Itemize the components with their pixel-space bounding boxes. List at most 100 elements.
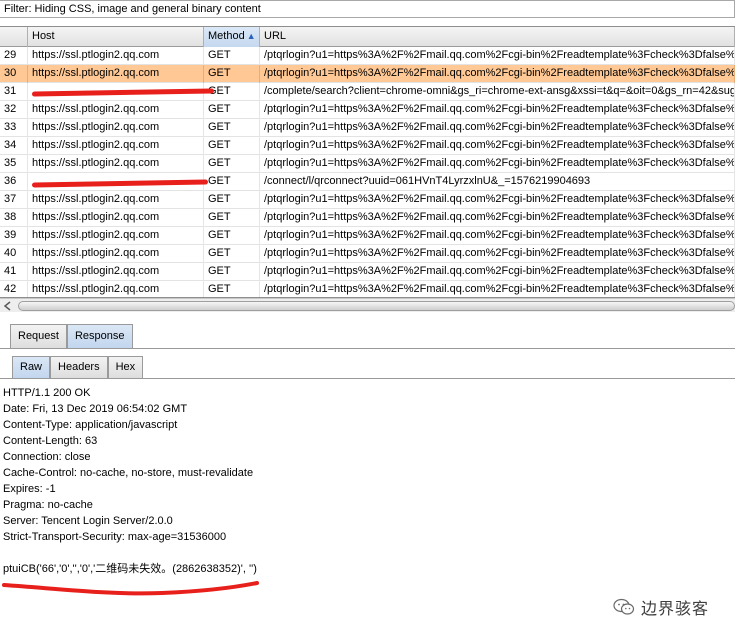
row-host: https://ssl.ptlogin2.qq.com (28, 101, 204, 119)
response-header-server: Server: Tencent Login Server/2.0.0 (3, 515, 173, 527)
row-url: /ptqrlogin?u1=https%3A%2F%2Fmail.qq.com%… (260, 209, 735, 227)
scroll-left-arrow-icon[interactable] (2, 301, 13, 311)
highlight-underline (2, 581, 259, 596)
row-method: GET (204, 137, 260, 155)
table-row[interactable]: 32 https://ssl.ptlogin2.qq.com GET /ptqr… (0, 101, 735, 119)
horizontal-scrollbar[interactable] (0, 298, 735, 312)
row-number: 37 (0, 191, 28, 209)
row-url: /ptqrlogin?u1=https%3A%2F%2Fmail.qq.com%… (260, 245, 735, 263)
response-header-content-length: Content-Length: 63 (3, 435, 98, 447)
row-method: GET (204, 101, 260, 119)
row-url: /ptqrlogin?u1=https%3A%2F%2Fmail.qq.com%… (260, 47, 735, 65)
table-row[interactable]: 35 https://ssl.ptlogin2.qq.com GET /ptqr… (0, 155, 735, 173)
response-header-cache-control: Cache-Control: no-cache, no-store, must-… (3, 467, 254, 479)
row-method: GET (204, 281, 260, 297)
row-host: https://ssl.ptlogin2.qq.com (28, 209, 204, 227)
row-url: /ptqrlogin?u1=https%3A%2F%2Fmail.qq.com%… (260, 191, 735, 209)
view-tabs: Raw Headers Hex (12, 356, 144, 378)
tab-request[interactable]: Request (10, 324, 67, 348)
table-row[interactable]: 34 https://ssl.ptlogin2.qq.com GET /ptqr… (0, 137, 735, 155)
table-row[interactable]: 42 https://ssl.ptlogin2.qq.com GET /ptqr… (0, 281, 735, 297)
row-url: /ptqrlogin?u1=https%3A%2F%2Fmail.qq.com%… (260, 119, 735, 137)
row-method: GET (204, 245, 260, 263)
row-number: 38 (0, 209, 28, 227)
row-url: /ptqrlogin?u1=https%3A%2F%2Fmail.qq.com%… (260, 155, 735, 173)
response-header-expires: Expires: -1 (3, 483, 56, 495)
table-header: Host Method ▲ URL (0, 27, 735, 47)
response-header-date: Date: Fri, 13 Dec 2019 06:54:02 GMT (3, 403, 188, 415)
response-header-pragma: Pragma: no-cache (3, 499, 93, 511)
row-number: 36 (0, 173, 28, 191)
row-method: GET (204, 119, 260, 137)
tab-response[interactable]: Response (66, 324, 133, 348)
tab-hex[interactable]: Hex (107, 356, 144, 378)
row-host: https://ssl.ptlogin2.qq.com (28, 263, 204, 281)
response-body-text: ptuiCB('66','0','','0','二维码未失效。(28626383… (3, 563, 257, 575)
table-row[interactable]: 29 https://ssl.ptlogin2.qq.com GET /ptqr… (0, 47, 735, 65)
row-number: 30 (0, 65, 28, 83)
row-host: https://ssl.ptlogin2.qq.com (28, 227, 204, 245)
tab-divider (0, 348, 735, 349)
table-row[interactable]: 38 https://ssl.ptlogin2.qq.com GET /ptqr… (0, 209, 735, 227)
row-method: GET (204, 263, 260, 281)
row-host: https://ssl.ptlogin2.qq.com (28, 281, 204, 297)
row-number: 29 (0, 47, 28, 65)
row-number: 34 (0, 137, 28, 155)
column-header-host[interactable]: Host (28, 27, 204, 47)
row-host: https://ssl.ptlogin2.qq.com (28, 137, 204, 155)
response-header-content-type: Content-Type: application/javascript (3, 419, 178, 431)
subtab-divider (0, 378, 735, 379)
column-header-number[interactable] (0, 27, 28, 47)
table-row[interactable]: 37 https://ssl.ptlogin2.qq.com GET /ptqr… (0, 191, 735, 209)
column-header-method[interactable]: Method ▲ (204, 27, 260, 47)
column-header-url[interactable]: URL (260, 27, 735, 47)
row-host: https://ssl.ptlogin2.qq.com (28, 191, 204, 209)
table-row-selected[interactable]: 30 https://ssl.ptlogin2.qq.com GET /ptqr… (0, 65, 735, 83)
row-method: GET (204, 173, 260, 191)
row-host: https://ssl.ptlogin2.qq.com (28, 119, 204, 137)
row-number: 35 (0, 155, 28, 173)
message-tabs: Request Response (10, 324, 133, 348)
response-body[interactable]: HTTP/1.1 200 OK Date: Fri, 13 Dec 2019 0… (3, 385, 731, 577)
row-url: /ptqrlogin?u1=https%3A%2F%2Fmail.qq.com%… (260, 137, 735, 155)
tab-raw[interactable]: Raw (12, 356, 51, 378)
row-method: GET (204, 209, 260, 227)
wechat-icon (613, 598, 635, 615)
response-blank-line (3, 545, 731, 561)
row-host: https://ssl.ptlogin2.qq.com (28, 245, 204, 263)
row-url: /ptqrlogin?u1=https%3A%2F%2Fmail.qq.com%… (260, 65, 735, 83)
scrollbar-thumb[interactable] (18, 301, 735, 311)
row-method: GET (204, 191, 260, 209)
table-row[interactable]: 39 https://ssl.ptlogin2.qq.com GET /ptqr… (0, 227, 735, 245)
row-url: /connect/l/qrconnect?uuid=061HVnT4Lyrzxl… (260, 173, 735, 191)
tab-headers[interactable]: Headers (50, 356, 108, 378)
row-number: 41 (0, 263, 28, 281)
row-host: https://ssl.ptlogin2.qq.com (28, 65, 204, 83)
row-url: /complete/search?client=chrome-omni&gs_r… (260, 83, 735, 101)
column-header-method-label: Method (208, 30, 245, 42)
response-status-line: HTTP/1.1 200 OK (3, 387, 91, 399)
row-number: 39 (0, 227, 28, 245)
filter-bar[interactable]: Filter: Hiding CSS, image and general bi… (0, 0, 735, 18)
row-number: 42 (0, 281, 28, 297)
row-host: https://ssl.ptlogin2.qq.com (28, 155, 204, 173)
row-url: /ptqrlogin?u1=https%3A%2F%2Fmail.qq.com%… (260, 281, 735, 297)
row-url: /ptqrlogin?u1=https%3A%2F%2Fmail.qq.com%… (260, 227, 735, 245)
response-header-hsts: Strict-Transport-Security: max-age=31536… (3, 531, 227, 543)
table-row[interactable]: 33 https://ssl.ptlogin2.qq.com GET /ptqr… (0, 119, 735, 137)
row-number: 31 (0, 83, 28, 101)
filter-text: Filter: Hiding CSS, image and general bi… (4, 3, 261, 15)
table-row[interactable]: 41 https://ssl.ptlogin2.qq.com GET /ptqr… (0, 263, 735, 281)
watermark: 边界骇客 (613, 595, 709, 619)
row-url: /ptqrlogin?u1=https%3A%2F%2Fmail.qq.com%… (260, 101, 735, 119)
row-host: https://ssl.ptlogin2.qq.com (28, 47, 204, 65)
row-number: 40 (0, 245, 28, 263)
row-url: /ptqrlogin?u1=https%3A%2F%2Fmail.qq.com%… (260, 263, 735, 281)
table-row[interactable]: 40 https://ssl.ptlogin2.qq.com GET /ptqr… (0, 245, 735, 263)
row-number: 32 (0, 101, 28, 119)
response-header-connection: Connection: close (3, 451, 91, 463)
row-method: GET (204, 47, 260, 65)
sort-ascending-icon: ▲ (246, 31, 256, 41)
row-method: GET (204, 65, 260, 83)
watermark-text: 边界骇客 (641, 601, 710, 618)
